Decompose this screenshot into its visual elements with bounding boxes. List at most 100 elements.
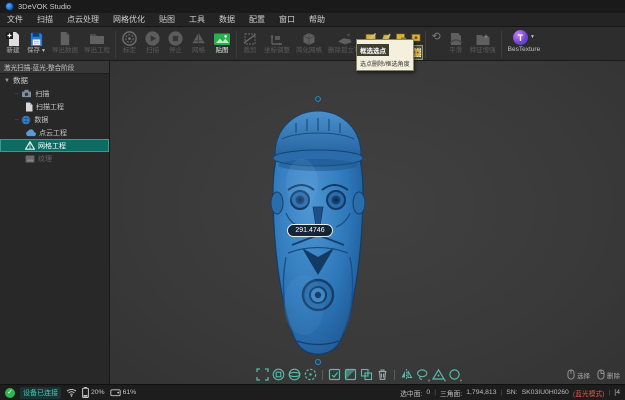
smooth-button[interactable]: 平滑 [445,29,467,56]
tree-item-label: 纹理 [38,154,52,164]
hint-delete-label: 删除 [607,370,620,380]
new-project-button[interactable]: 新建 [2,29,24,56]
tree-item-label: 扫描 [35,89,49,99]
viewport-3d[interactable]: 291.4746 ▼ ▼ ▼ [110,61,625,384]
feature-enhance-button[interactable]: 特征增强 [467,29,499,56]
menu-help[interactable]: 帮助 [302,13,332,26]
bestexture-button[interactable]: T ▼ BesTexture [504,29,545,54]
lasso-select-icon[interactable]: ▼ [416,368,429,381]
menu-mesh[interactable]: 网格优化 [106,13,152,26]
select-all-icon[interactable] [328,368,341,381]
battery-percent: 20% [91,389,105,396]
connection-status: 设备已连接 [20,387,61,399]
crop-button[interactable]: 裁剪 [239,29,261,56]
scan-start-button[interactable]: 扫描 [141,29,164,56]
save-button[interactable]: 保存▼ [24,29,49,56]
menu-config[interactable]: 配置 [242,13,272,26]
tree-item-label: 点云工程 [39,128,67,138]
export-data-icon [57,30,72,47]
mesh-generate-button[interactable]: 网格 [187,29,210,56]
texture-map-button[interactable]: 贴图 [210,29,234,56]
tree-item-mesh-project[interactable]: 网格工程 [0,139,109,152]
tree-item-label: 扫描工程 [36,102,64,112]
data-section-header[interactable]: ▼ 数据 [0,74,109,87]
export-project-button[interactable]: 导出工程 [81,29,113,56]
connected-check-icon: ✓ [5,388,15,398]
statusbar-stats: 选中面: 0 | 三角面: 1,794,813 | SN: SK03IU0H02… [400,388,620,398]
calibrate-button[interactable]: 标定 [118,29,141,56]
view-front-icon[interactable] [272,368,285,381]
hint-select-label: 选择 [577,370,590,380]
disk-icon [110,388,121,397]
view-orbit-icon[interactable] [288,368,301,381]
chevron-down-icon: ▼ [4,78,10,84]
fit-view-icon[interactable] [256,368,269,381]
tree-item-data[interactable]: – 数据 [0,113,109,126]
serial-value: SK03IU0H0260 [522,389,569,396]
feature-enhance-icon [475,30,491,47]
document-icon [25,102,33,112]
selected-faces-value: 0 [426,389,430,396]
tree-item-texture[interactable]: 纹理 [0,152,109,165]
sphere-icon [21,115,31,125]
tree-item-scan-project[interactable]: 扫描工程 [0,100,109,113]
mesh-label: 网格 [192,48,205,55]
data-section-label: 数据 [13,75,28,86]
menu-pointcloud[interactable]: 点云处理 [60,13,106,26]
stat-separator: | [501,389,503,396]
bestexture-dropdown-caret-icon[interactable]: ▼ [530,35,535,40]
simplify-cube-icon [301,30,317,47]
battery-indicator: 20% [82,387,105,398]
coordinate-adjust-button[interactable]: 坐标调整 [261,29,293,56]
circle-select-icon[interactable]: ▼ [448,368,461,381]
pointcloud-icon [25,129,36,137]
select-invert-icon[interactable] [344,368,357,381]
menu-texture[interactable]: 贴图 [152,13,182,26]
toolbar-separator [115,31,116,58]
dropdown-caret-icon: ▼ [427,378,431,383]
menubar: 文件 扫描 点云处理 网格优化 贴图 工具 数据 配置 窗口 帮助 [0,13,625,27]
export-project-label: 导出工程 [84,48,110,55]
serial-label: SN: [506,389,517,396]
delete-selection-icon[interactable] [376,368,389,381]
tree-item-scan[interactable]: – 扫描 [0,87,109,100]
menu-data[interactable]: 数据 [212,13,242,26]
hint-delete: 删除 [597,369,620,380]
mouse-right-icon [597,369,605,380]
menu-window[interactable]: 窗口 [272,13,302,26]
viewport-toolbar-separator [322,370,323,380]
save-label: 保存 [27,48,40,55]
crop-icon [242,30,258,47]
project-sidebar: 激光扫描-蓝光-整合阶段 ▼ 数据 – 扫描 扫描工程 – 数据 点云工 [0,61,110,384]
menu-tools[interactable]: 工具 [182,13,212,26]
mouse-hints: 选择 删除 [567,369,620,380]
stat-separator: | [434,389,436,396]
tooltip: 框选选点 选点删除/框选角度 [356,39,414,71]
export-data-button[interactable]: 导出数据 [49,29,81,56]
export-data-label: 导出数据 [52,48,78,55]
triangles-label: 三角面: [440,388,462,398]
calibrate-label: 标定 [123,48,136,55]
disk-percent: 61% [123,389,137,396]
deselect-icon[interactable] [360,368,373,381]
tree-item-pointcloud-project[interactable]: 点云工程 [0,126,109,139]
mesh-triangle-icon [25,141,35,150]
menu-file[interactable]: 文件 [0,13,30,26]
save-dropdown-caret-icon[interactable]: ▼ [41,49,46,54]
mouse-left-icon [567,369,575,380]
toolbar-separator [501,31,502,58]
flip-normals-icon[interactable] [400,368,413,381]
menu-scan[interactable]: 扫描 [30,13,60,26]
simplify-mesh-button[interactable]: 简化网格 [293,29,325,56]
view-reset-icon[interactable] [304,368,317,381]
tree-item-label: 网格工程 [38,141,66,151]
texture-label: 贴图 [215,48,228,55]
scan-play-icon [144,30,161,47]
project-panel-header: 激光扫描-蓝光-整合阶段 [0,61,109,74]
bestexture-logo-icon: T [513,30,528,45]
undo-icon[interactable]: ⟲ [431,32,440,43]
toolbar-separator [425,31,426,58]
triangle-select-icon[interactable]: ▼ [432,368,445,381]
stop-button[interactable]: 停止 [164,29,187,56]
texture-thumb-icon [25,155,35,163]
